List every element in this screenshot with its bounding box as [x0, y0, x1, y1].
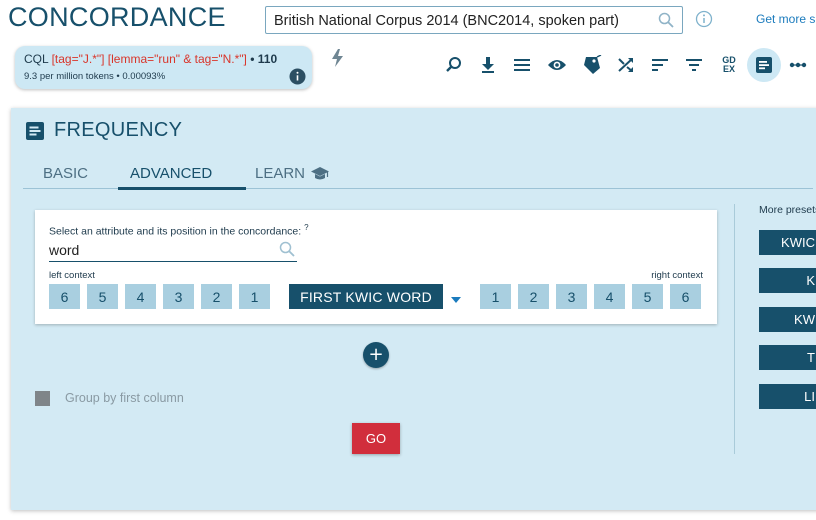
- attribute-card: Select an attribute and its position in …: [35, 210, 717, 324]
- group-checkbox[interactable]: [35, 391, 50, 406]
- plus-icon: +: [368, 344, 384, 365]
- left-position-3[interactable]: 3: [163, 284, 194, 309]
- search-icon: [279, 241, 295, 262]
- gdex-icon[interactable]: GD EX: [716, 52, 742, 78]
- help-icon[interactable]: ?: [304, 223, 308, 232]
- panel-header: FREQUENCY: [25, 119, 182, 142]
- visibility-icon[interactable]: [544, 52, 570, 78]
- kwic-position-button[interactable]: FIRST KWIC WORD: [289, 284, 443, 309]
- attribute-input[interactable]: word: [49, 238, 297, 262]
- frequency-panel: FREQUENCY BASIC ADVANCED LEARN Select an…: [11, 108, 816, 510]
- panel-title: FREQUENCY: [54, 119, 183, 141]
- left-position-2[interactable]: 2: [201, 284, 232, 309]
- view-options-icon[interactable]: [509, 52, 535, 78]
- tab-advanced[interactable]: ADVANCED: [130, 165, 212, 182]
- corpus-info-icon[interactable]: [695, 10, 713, 33]
- concordance-toolbar: GD EX: [0, 52, 816, 82]
- attribute-label-text: Select an attribute and its position in …: [49, 225, 302, 238]
- preset-button-4[interactable]: T: [759, 345, 816, 370]
- sort-icon[interactable]: [647, 52, 673, 78]
- frequency-icon[interactable]: [751, 52, 777, 78]
- corpus-input[interactable]: [274, 11, 644, 31]
- frequency-tabs: BASIC ADVANCED LEARN: [23, 153, 813, 190]
- right-position-5[interactable]: 5: [632, 284, 663, 309]
- tab-basic[interactable]: BASIC: [43, 165, 88, 182]
- add-attribute-button[interactable]: +: [363, 342, 389, 368]
- filter-icon[interactable]: [681, 52, 707, 78]
- frequency-title-icon: [25, 121, 45, 141]
- left-position-6[interactable]: 6: [49, 284, 80, 309]
- preset-button-5[interactable]: LI: [759, 384, 816, 409]
- preset-button-3[interactable]: KW: [759, 307, 816, 332]
- group-label[interactable]: Group by first column: [65, 391, 184, 405]
- attribute-label: Select an attribute and its position in …: [49, 223, 309, 238]
- preset-button-1[interactable]: KWIC: [759, 230, 816, 255]
- presets-label: More presets: [759, 204, 816, 216]
- search-results-icon[interactable]: [441, 52, 467, 78]
- download-icon[interactable]: [475, 52, 501, 78]
- right-position-4[interactable]: 4: [594, 284, 625, 309]
- left-position-4[interactable]: 4: [125, 284, 156, 309]
- left-position-1[interactable]: 1: [239, 284, 270, 309]
- tab-learn[interactable]: LEARN: [255, 165, 330, 182]
- shuffle-icon[interactable]: [613, 52, 639, 78]
- chevron-down-icon[interactable]: [451, 290, 461, 308]
- left-position-5[interactable]: 5: [87, 284, 118, 309]
- search-icon[interactable]: [658, 12, 674, 33]
- tab-learn-label: LEARN: [255, 165, 306, 182]
- more-icon[interactable]: [785, 52, 811, 78]
- graduation-cap-icon: [310, 166, 330, 182]
- right-position-6[interactable]: 6: [670, 284, 701, 309]
- right-position-2[interactable]: 2: [518, 284, 549, 309]
- tag-icon[interactable]: [579, 52, 605, 78]
- attribute-value: word: [49, 242, 80, 258]
- get-more-link[interactable]: Get more sp: [756, 12, 816, 26]
- right-context-label: right context: [651, 270, 703, 281]
- corpus-selector[interactable]: [265, 6, 683, 34]
- preset-button-2[interactable]: K: [759, 268, 816, 293]
- app-title: CONCORDANCE: [8, 2, 226, 32]
- gdex-label-bottom: EX: [722, 64, 735, 74]
- right-position-3[interactable]: 3: [556, 284, 587, 309]
- go-button[interactable]: GO: [352, 423, 400, 454]
- right-position-1[interactable]: 1: [480, 284, 511, 309]
- active-tab-indicator: [118, 187, 246, 190]
- left-context-label: left context: [49, 270, 95, 281]
- presets-divider: [734, 204, 735, 454]
